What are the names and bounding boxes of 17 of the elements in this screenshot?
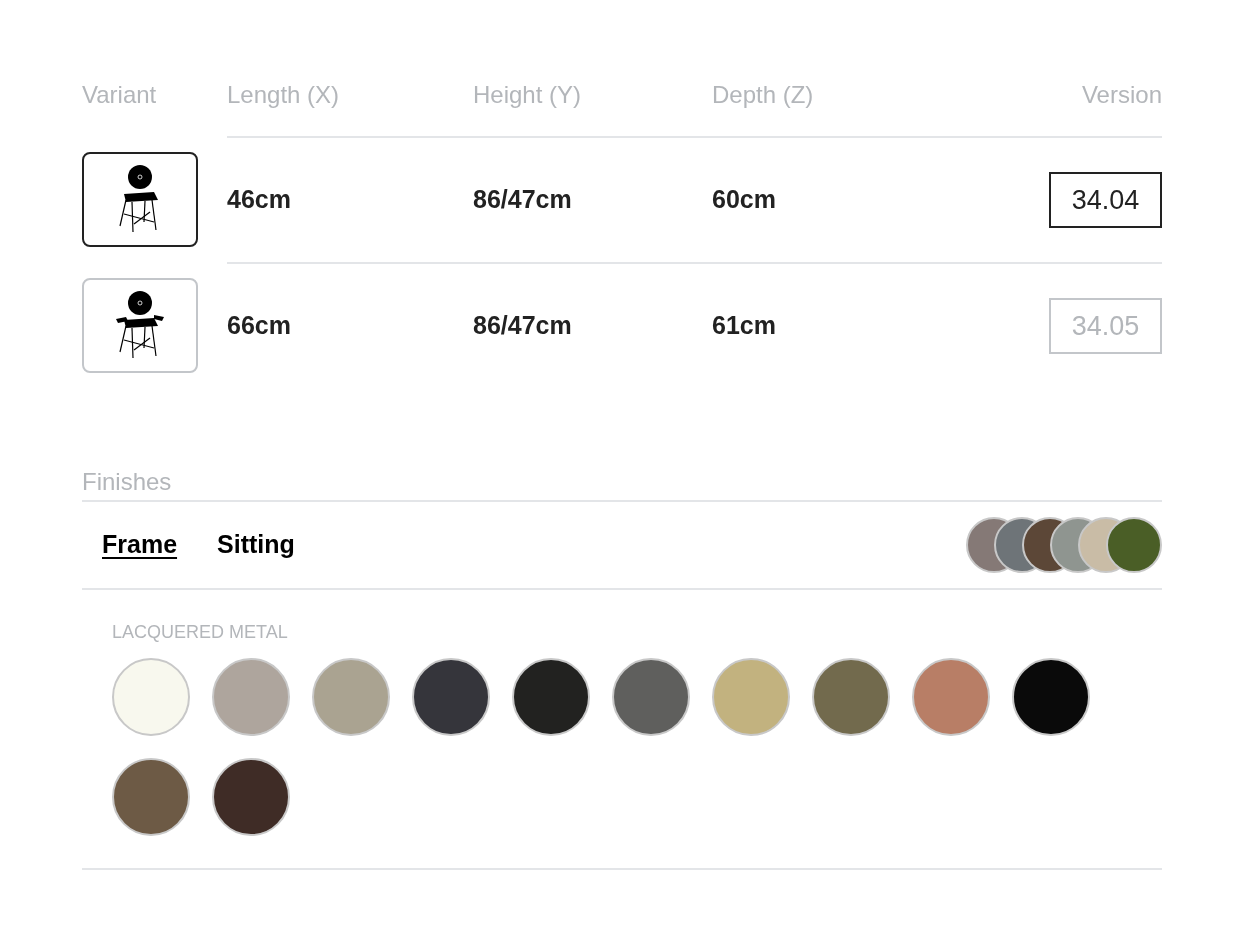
- length-value: 46cm: [227, 184, 292, 216]
- column-header: Length (X): [227, 80, 341, 110]
- column-header: Depth (Z): [712, 80, 815, 110]
- column-header: Height (Y): [473, 80, 583, 110]
- variant-thumbnail[interactable]: [82, 151, 198, 247]
- version-option[interactable]: 34.04: [1049, 172, 1162, 228]
- height-value: 86/47cm: [473, 184, 573, 216]
- section-title: Finishes: [82, 467, 173, 497]
- finish-tab[interactable]: Frame: [102, 526, 178, 564]
- depth-value: 60cm: [712, 184, 777, 216]
- length-value: 66cm: [227, 310, 292, 342]
- column-header: Version: [1081, 80, 1162, 110]
- finish-tab[interactable]: Sitting: [217, 526, 295, 564]
- column-header: Variant: [82, 80, 158, 110]
- depth-value: 61cm: [712, 310, 777, 342]
- material-group-label: LACQUERED METAL: [112, 622, 289, 642]
- height-value: 86/47cm: [473, 310, 573, 342]
